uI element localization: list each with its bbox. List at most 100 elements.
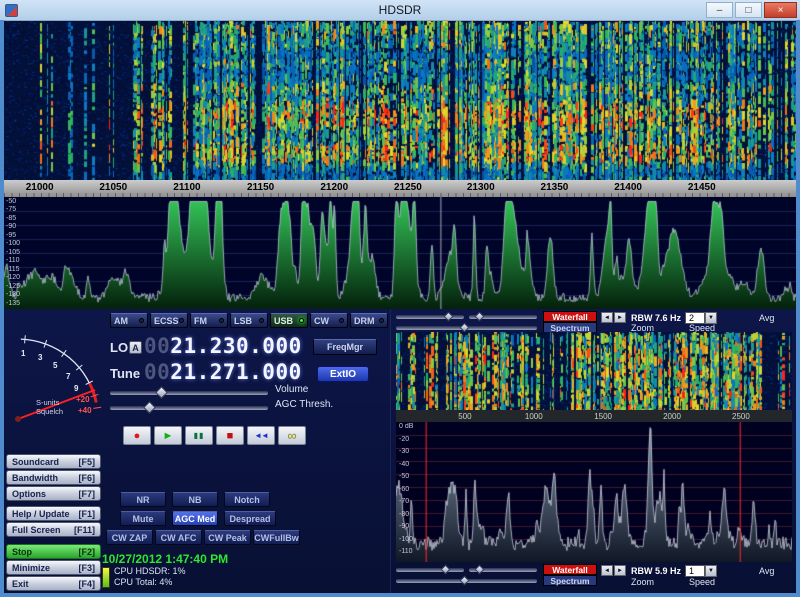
db-label: -115 (6, 266, 20, 274)
af-rbw-increase-icon[interactable]: ► (614, 565, 626, 576)
agc-mode-button[interactable]: AGC Med (172, 511, 218, 526)
mode-am-button[interactable]: AM (110, 313, 148, 328)
mode-fm-button[interactable]: FM (190, 313, 228, 328)
pause-icon[interactable]: ▮▮ (185, 426, 213, 445)
agc-threshold-label: AGC Thresh. (275, 399, 333, 410)
record-icon[interactable]: ● (123, 426, 151, 445)
exit-button[interactable]: Exit[F4] (6, 576, 101, 591)
cw-zap-button[interactable]: CW ZAP (106, 530, 153, 545)
freq-tick: 21250 (394, 182, 422, 193)
af-rbw-decrease-icon[interactable]: ◄ (601, 565, 613, 576)
af-db-label: -30 (399, 448, 409, 456)
slider-thumb[interactable] (441, 565, 451, 575)
waterfall-tab[interactable]: Waterfall (543, 311, 597, 322)
extio-button[interactable]: ExtIO (317, 366, 369, 382)
af-spectrum-tab[interactable]: Spectrum (543, 575, 597, 586)
stop-start-button[interactable]: Stop[F2] (6, 544, 101, 559)
db-label: -135 (6, 300, 20, 308)
notch-button[interactable]: Notch (224, 492, 270, 507)
freqmgr-button[interactable]: FreqMgr (313, 339, 377, 355)
main-waterfall[interactable] (4, 20, 796, 180)
s-meter-label: 5 (53, 361, 58, 370)
freq-tick: 21100 (173, 182, 200, 193)
button-hotkey: [F1] (79, 509, 96, 519)
tune-frequency-display[interactable]: 0021.271.000 (144, 360, 302, 384)
minimize-icon[interactable]: – (706, 2, 733, 18)
volume-slider-thumb[interactable] (156, 386, 169, 399)
squelch-label[interactable]: Squelch (36, 407, 63, 416)
stop-icon[interactable]: ■ (216, 426, 244, 445)
af-avg-select-value[interactable]: 1 (685, 565, 705, 577)
slider-thumb[interactable] (474, 312, 484, 322)
mode-label: USB (274, 316, 293, 326)
s-meter-over-label: +40 (78, 406, 92, 415)
af-zoom-label: Zoom (631, 577, 654, 587)
s-meter-label: 3 (38, 353, 43, 362)
mode-lsb-button[interactable]: LSB (230, 313, 268, 328)
bandwidth-button[interactable]: Bandwidth[F6] (6, 470, 101, 485)
mode-drm-button[interactable]: DRM (350, 313, 388, 328)
mute-button[interactable]: Mute (120, 511, 166, 526)
af-speed-slider[interactable] (396, 579, 537, 583)
cw-fullbw-button[interactable]: CWFullBw (253, 530, 300, 545)
db-label: -100 (6, 240, 20, 248)
loop-icon[interactable]: ∞ (278, 426, 306, 445)
mode-label: AM (114, 316, 128, 326)
rewind-icon[interactable]: ◄◄ (247, 426, 275, 445)
mode-cw-button[interactable]: CW (310, 313, 348, 328)
af-spectrum-canvas[interactable] (396, 422, 792, 562)
rbw-decrease-icon[interactable]: ◄ (601, 312, 613, 323)
rf-speed-slider[interactable] (396, 326, 537, 330)
lo-frequency-display[interactable]: 0021.230.000 (144, 334, 302, 358)
cw-peak-button[interactable]: CW Peak (204, 530, 251, 545)
rf-zoom-slider[interactable] (396, 315, 464, 319)
af-frequency-scale[interactable]: 500 1000 1500 2000 2500 (396, 410, 792, 422)
rf-offset-slider[interactable] (469, 315, 537, 319)
close-icon[interactable]: × (764, 2, 797, 18)
button-hotkey: [F2] (79, 547, 96, 557)
help-update-button[interactable]: Help / Update[F1] (6, 506, 101, 521)
volume-slider[interactable] (110, 391, 268, 395)
play-icon[interactable]: ► (154, 426, 182, 445)
minimize-app-button[interactable]: Minimize[F3] (6, 560, 101, 575)
af-waterfall-canvas[interactable] (396, 332, 792, 410)
agc-threshold-slider[interactable] (110, 406, 268, 410)
mode-label: FM (194, 316, 207, 326)
db-label: -85 (6, 215, 16, 223)
db-label: -110 (6, 257, 20, 265)
mode-usb-button[interactable]: USB (270, 313, 308, 328)
s-meter-label: 7 (66, 372, 71, 381)
soundcard-button[interactable]: Soundcard[F5] (6, 454, 101, 469)
mode-ecss-button[interactable]: ECSS (150, 313, 188, 328)
af-waterfall[interactable] (396, 332, 792, 410)
af-offset-slider[interactable] (469, 568, 537, 572)
slider-thumb[interactable] (444, 312, 454, 322)
slider-thumb[interactable] (459, 323, 469, 333)
agc-slider-thumb[interactable] (143, 401, 156, 414)
af-waterfall-tab[interactable]: Waterfall (543, 564, 597, 575)
cw-afc-button[interactable]: CW AFC (155, 530, 202, 545)
af-zoom-slider[interactable] (396, 568, 464, 572)
options-button[interactable]: Options[F7] (6, 486, 101, 501)
main-spectrum-canvas[interactable] (4, 197, 796, 309)
slider-thumb[interactable] (474, 565, 484, 575)
slider-thumb[interactable] (459, 576, 469, 586)
af-avg-select[interactable]: 1 ▼ (685, 565, 717, 577)
title-bar[interactable]: HDSDR – □ × (0, 0, 800, 20)
rbw-increase-icon[interactable]: ► (614, 312, 626, 323)
maximize-icon[interactable]: □ (735, 2, 762, 18)
main-waterfall-canvas[interactable] (4, 21, 796, 180)
despread-button[interactable]: Despread (224, 511, 276, 526)
af-panel: Waterfall Spectrum ◄ ► RBW 7.6 Hz 2 ▼ Av… (390, 309, 796, 593)
fullscreen-button[interactable]: Full Screen[F11] (6, 522, 101, 537)
lo-lock-button[interactable]: A (129, 341, 142, 354)
nr-button[interactable]: NR (120, 492, 166, 507)
nb-button[interactable]: NB (172, 492, 218, 507)
db-label: -125 (6, 283, 20, 291)
af-db-label: -20 (399, 436, 409, 444)
freq-tick: 21450 (688, 182, 716, 193)
frequency-scale[interactable]: 21000 21050 21100 21150 21200 21250 2130… (4, 180, 796, 197)
chevron-down-icon[interactable]: ▼ (705, 565, 717, 577)
af-spectrum[interactable]: 0 dB -20 -30 -40 -50 -60 -70 -80 -90 -10… (396, 422, 792, 562)
main-spectrum[interactable]: -50 -75 -85 -90 -95 -100 -105 -110 -115 … (4, 197, 796, 309)
